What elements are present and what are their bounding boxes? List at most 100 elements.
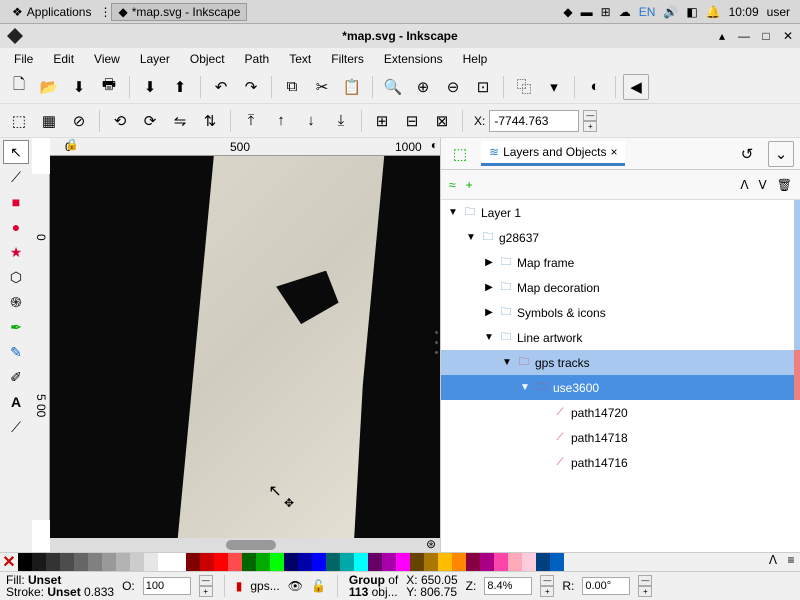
cloud-icon[interactable]: ☁ (619, 5, 631, 19)
snap-1-button[interactable]: ⊞ (369, 108, 395, 134)
opacity-input[interactable] (143, 577, 191, 595)
clone-dropdown[interactable]: ▾ (541, 74, 567, 100)
select-all-button[interactable]: ⬚ (6, 108, 32, 134)
color-swatch[interactable] (396, 553, 410, 571)
snap-3-button[interactable]: ⊠ (429, 108, 455, 134)
new-layer-button[interactable]: ⬚ (447, 141, 473, 167)
volume-icon[interactable]: 🔊 (663, 5, 678, 19)
battery-icon[interactable]: ◧ (686, 5, 697, 19)
expander-icon[interactable]: ▼ (483, 332, 495, 343)
color-swatch[interactable] (522, 553, 536, 571)
minimize-button[interactable]: — (736, 28, 752, 44)
user-label[interactable]: user (767, 5, 790, 19)
color-swatch[interactable] (116, 553, 130, 571)
layer-color-bar[interactable] (794, 200, 800, 225)
color-swatch[interactable] (340, 553, 354, 571)
color-swatch[interactable] (228, 553, 242, 571)
x-spinner[interactable]: —+ (583, 110, 597, 132)
rotation-spinner[interactable]: —+ (638, 575, 652, 597)
color-swatch[interactable] (536, 553, 550, 571)
move-up-icon[interactable]: ᐱ (740, 178, 748, 192)
layers-objects-tab[interactable]: ≋ Layers and Objects × (481, 141, 625, 166)
zoom-page-button[interactable]: ⊡ (470, 74, 496, 100)
color-swatch[interactable] (494, 553, 508, 571)
taskbar-window-button[interactable]: ◆ *map.svg - Inkscape (111, 3, 247, 21)
cut-button[interactable]: ✂ (309, 74, 335, 100)
flip-h-button[interactable]: ⇋ (167, 108, 193, 134)
menu-file[interactable]: File (6, 50, 41, 68)
color-swatch[interactable] (270, 553, 284, 571)
ellipse-tool[interactable]: ● (3, 215, 29, 239)
save-button[interactable]: ⬇ (66, 74, 92, 100)
color-swatch[interactable] (172, 553, 186, 571)
text-tool[interactable]: A (3, 390, 29, 414)
tree-row[interactable]: ▼🗀use3600 (441, 375, 800, 400)
tree-row[interactable]: ⟋path14718 (441, 425, 800, 450)
zoom-spinner[interactable]: —+ (540, 575, 554, 597)
import-button[interactable]: ⬇ (137, 74, 163, 100)
panel-menu-button[interactable]: ⌄ (768, 141, 794, 167)
color-swatch[interactable] (102, 553, 116, 571)
rotation-input[interactable] (582, 577, 630, 595)
zoom-draw-button[interactable]: ⊖ (440, 74, 466, 100)
tray-icon[interactable]: ◆ (563, 5, 572, 19)
layer-color-bar[interactable] (794, 275, 800, 300)
color-swatch[interactable] (256, 553, 270, 571)
layer-color-bar[interactable] (794, 300, 800, 325)
menu-view[interactable]: View (86, 50, 128, 68)
color-swatch[interactable] (18, 553, 32, 571)
raise-button[interactable]: ↑ (268, 108, 294, 134)
rotate-ccw-button[interactable]: ⟲ (107, 108, 133, 134)
select-layers-button[interactable]: ▦ (36, 108, 62, 134)
color-swatch[interactable] (410, 553, 424, 571)
display-mode-icon[interactable]: ⊛ (426, 537, 436, 551)
close-button[interactable]: ✕ (780, 28, 796, 44)
raise-top-button[interactable]: ⤒ (238, 108, 264, 134)
tree-row[interactable]: ▼🗀Layer 1 (441, 200, 800, 225)
layer-color-bar[interactable] (794, 250, 800, 275)
color-swatch[interactable] (242, 553, 256, 571)
tree-row[interactable]: ▼🗀g28637 (441, 225, 800, 250)
color-swatch[interactable] (32, 553, 46, 571)
rect-tool[interactable]: ■ (3, 190, 29, 214)
layer-color-bar[interactable] (794, 375, 800, 400)
selector-tool[interactable]: ↖ (3, 140, 29, 164)
toggle-button[interactable]: ◐ (582, 74, 608, 100)
blend-icon[interactable]: ≈ (449, 178, 456, 192)
new-button[interactable]: 🗋 (6, 74, 32, 100)
color-swatch[interactable] (368, 553, 382, 571)
rollup-button[interactable]: ▴ (714, 28, 730, 44)
tree-row[interactable]: ▶🗀Map frame (441, 250, 800, 275)
node-tool[interactable]: ⟋ (3, 165, 29, 189)
color-swatch[interactable] (354, 553, 368, 571)
menu-edit[interactable]: Edit (45, 50, 82, 68)
expander-icon[interactable]: ▼ (519, 382, 531, 393)
object-tree[interactable]: ▼🗀Layer 1▼🗀g28637▶🗀Map frame▶🗀Map decora… (441, 200, 800, 552)
lock-icon[interactable]: 🔒 (65, 138, 81, 154)
applications-menu[interactable]: ❖ Applications (4, 3, 99, 21)
color-swatch[interactable] (452, 553, 466, 571)
menu-extensions[interactable]: Extensions (376, 50, 451, 68)
scrollbar-horizontal[interactable]: ⊛ (50, 538, 440, 552)
expander-icon[interactable]: ▼ (447, 207, 459, 218)
canvas[interactable]: ↖ ✥ (50, 156, 440, 538)
zoom-sel-button[interactable]: ⊕ (410, 74, 436, 100)
collapse-right-button[interactable]: ◀ (623, 74, 649, 100)
open-button[interactable]: 📂 (36, 74, 62, 100)
menu-object[interactable]: Object (182, 50, 233, 68)
tray-icon[interactable]: ▬ (581, 5, 593, 19)
palette-menu[interactable]: ≡ (782, 553, 800, 571)
color-swatch[interactable] (298, 553, 312, 571)
color-swatch[interactable] (144, 553, 158, 571)
bell-icon[interactable]: 🔔 (706, 5, 721, 19)
lower-bottom-button[interactable]: ⤓ (328, 108, 354, 134)
tree-row[interactable]: ▼🗀Line artwork (441, 325, 800, 350)
more-tool[interactable]: ⟋ (3, 415, 29, 439)
expander-icon[interactable]: ▼ (501, 357, 513, 368)
workspace-icon[interactable]: ⊞ (601, 5, 611, 19)
delete-icon[interactable]: 🗑 (777, 178, 792, 192)
color-swatch[interactable] (466, 553, 480, 571)
current-layer[interactable]: gps... (250, 579, 279, 593)
lang-indicator[interactable]: EN (639, 5, 656, 19)
scrollbar-thumb[interactable] (226, 540, 276, 550)
